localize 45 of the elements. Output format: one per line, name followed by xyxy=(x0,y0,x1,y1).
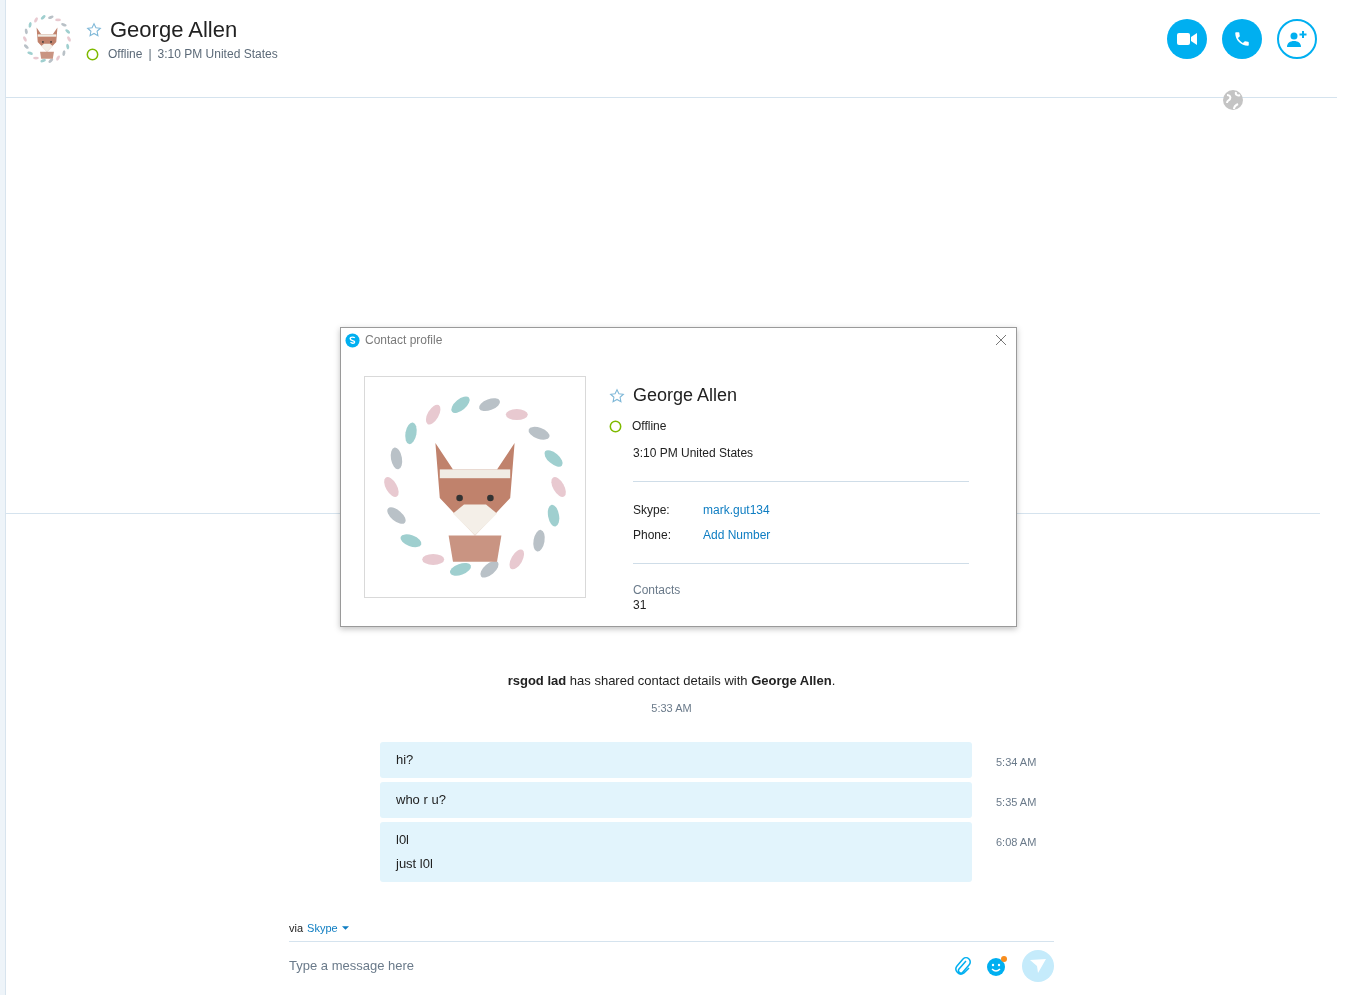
channel-dropdown[interactable]: Skype xyxy=(307,920,349,937)
status-text: Offline xyxy=(632,418,667,435)
add-person-icon xyxy=(1286,30,1308,48)
field-link[interactable]: Add Number xyxy=(703,526,771,544)
local-time: 3:10 PM United States xyxy=(633,445,755,462)
globe-icon[interactable] xyxy=(1222,89,1244,111)
status-text: Offline xyxy=(108,46,143,63)
message-text: hi? xyxy=(396,751,415,769)
field-label: Skype: xyxy=(633,502,671,519)
video-camera-icon xyxy=(1177,32,1197,46)
close-icon xyxy=(995,334,1007,346)
star-icon[interactable] xyxy=(609,387,625,404)
message-time: 5:35 AM xyxy=(996,795,1037,810)
message-text: just l0l xyxy=(396,855,434,873)
profile-name: George Allen xyxy=(633,384,738,407)
via-label: via xyxy=(289,921,304,936)
contact-name: George Allen xyxy=(110,16,238,44)
send-button[interactable] xyxy=(1022,949,1054,982)
app-logo-icon xyxy=(345,332,360,348)
field-link[interactable]: mark.gut134 xyxy=(703,501,770,519)
message-text: l0l xyxy=(396,831,410,849)
video-call-button[interactable] xyxy=(1167,19,1207,59)
contacts-count: 31 xyxy=(633,598,648,613)
add-contact-button[interactable] xyxy=(1277,19,1317,59)
status-icon xyxy=(86,47,99,61)
separator-text: | xyxy=(148,46,152,63)
local-time: 3:10 PM United States xyxy=(157,46,278,63)
message-text: who r u? xyxy=(396,791,447,809)
contacts-label: Contacts xyxy=(633,583,682,598)
call-button[interactable] xyxy=(1222,19,1262,59)
system-message: rsgod lad has shared contact details with George Allen. xyxy=(507,672,836,690)
message-time: 6:08 AM xyxy=(996,835,1037,850)
status-icon xyxy=(609,419,622,433)
star-icon[interactable] xyxy=(86,22,102,38)
message-input[interactable]: Type a message here xyxy=(289,955,954,976)
emoticon-icon[interactable] xyxy=(986,954,1008,977)
close-button[interactable] xyxy=(994,333,1008,347)
dialog-title: Contact profile xyxy=(365,332,443,349)
message-time: 5:33 AM xyxy=(651,700,692,716)
caret-icon xyxy=(341,926,349,931)
phone-icon xyxy=(1233,30,1251,48)
send-icon xyxy=(1030,958,1046,973)
paperclip-icon[interactable] xyxy=(954,955,972,976)
message-time: 5:34 AM xyxy=(996,755,1037,770)
field-label: Phone: xyxy=(633,527,673,544)
